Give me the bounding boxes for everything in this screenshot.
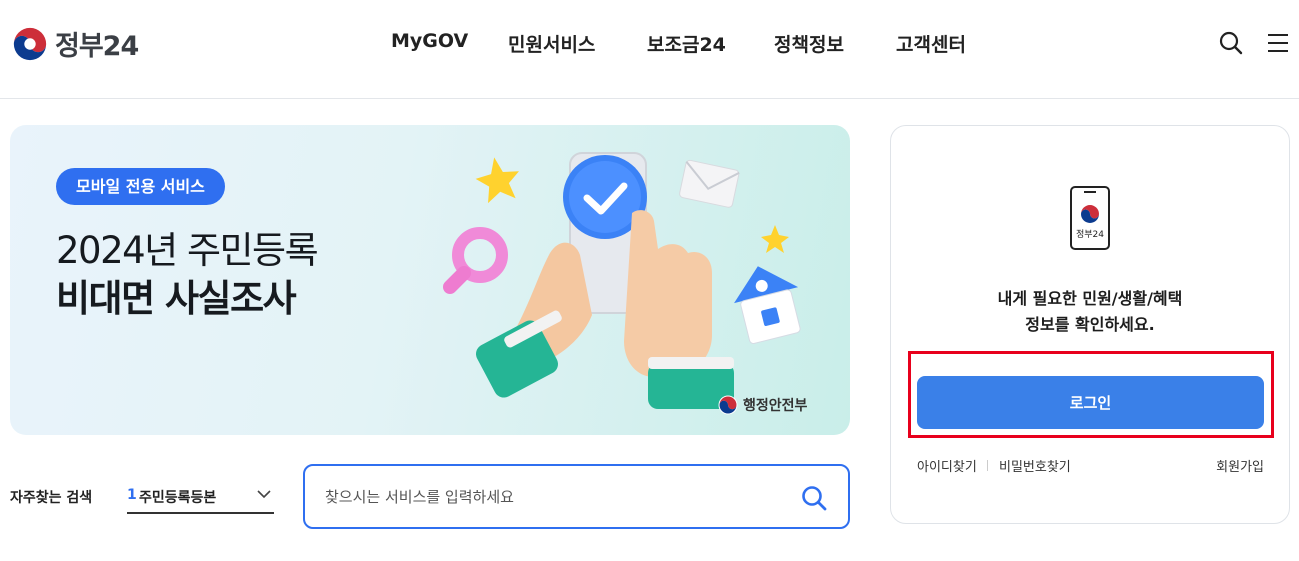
service-search-box	[303, 464, 850, 529]
ministry-credit: 행정안전부	[718, 395, 807, 415]
phone-verification-illustration	[443, 152, 801, 409]
nav-customer-center[interactable]: 고객센터	[896, 30, 966, 57]
login-links: 아이디찾기 비밀번호찾기 회원가입	[917, 456, 1264, 476]
service-search-input[interactable]	[325, 482, 775, 512]
phone-logo-text: 정부24	[1076, 229, 1104, 240]
search-icon	[802, 486, 827, 511]
site-header: 정부24 MyGOV 민원서비스 보조금24 정책정보 고객센터	[0, 0, 1299, 99]
hamburger-menu-icon	[1268, 34, 1288, 52]
login-message-line1: 내게 필요한 민원/생활/혜택	[997, 289, 1183, 308]
mobile-gov24-icon: 정부24	[1070, 186, 1110, 250]
nav-subsidy24[interactable]: 보조금24	[647, 30, 726, 57]
taegeuk-small-icon	[718, 395, 738, 415]
login-message-line2: 정보를 확인하세요.	[1025, 315, 1155, 334]
login-card: 정부24 내게 필요한 민원/생활/혜택 정보를 확인하세요. 로그인 아이디찾…	[890, 125, 1290, 524]
nav-mygov[interactable]: MyGOV	[391, 30, 468, 52]
service-search-button[interactable]	[800, 484, 828, 512]
banner-title-line2: 비대면 사실조사	[56, 277, 297, 320]
promo-banner[interactable]: 모바일 전용 서비스 2024년 주민등록 비대면 사실조사 행정안전부	[10, 125, 850, 435]
login-button[interactable]: 로그인	[917, 376, 1264, 429]
nav-policy-info[interactable]: 정책정보	[774, 30, 844, 57]
frequent-search-label: 자주찾는 검색	[10, 490, 93, 506]
nav-civil-services[interactable]: 민원서비스	[508, 30, 595, 57]
chevron-down-icon	[257, 490, 271, 499]
find-id-link[interactable]: 아이디찾기	[917, 456, 977, 475]
header-search-button[interactable]	[1218, 30, 1246, 58]
mobile-only-badge: 모바일 전용 서비스	[56, 168, 225, 205]
link-divider	[987, 460, 988, 471]
main-navigation: MyGOV 민원서비스 보조금24 정책정보 고객센터	[0, 30, 1299, 60]
frequent-search-selected: 주민등록등본	[139, 490, 217, 506]
header-menu-button[interactable]	[1266, 30, 1294, 58]
frequent-rank-number: 1	[127, 487, 137, 503]
signup-link[interactable]: 회원가입	[1216, 456, 1264, 475]
ministry-name: 행정안전부	[743, 398, 808, 414]
frequent-search-dropdown[interactable]: 1 주민등록등본	[127, 480, 274, 514]
banner-title-line1: 2024년 주민등록	[56, 229, 319, 272]
find-password-link[interactable]: 비밀번호찾기	[999, 456, 1071, 475]
search-icon	[1219, 31, 1243, 55]
login-message: 내게 필요한 민원/생활/혜택 정보를 확인하세요.	[891, 286, 1289, 338]
